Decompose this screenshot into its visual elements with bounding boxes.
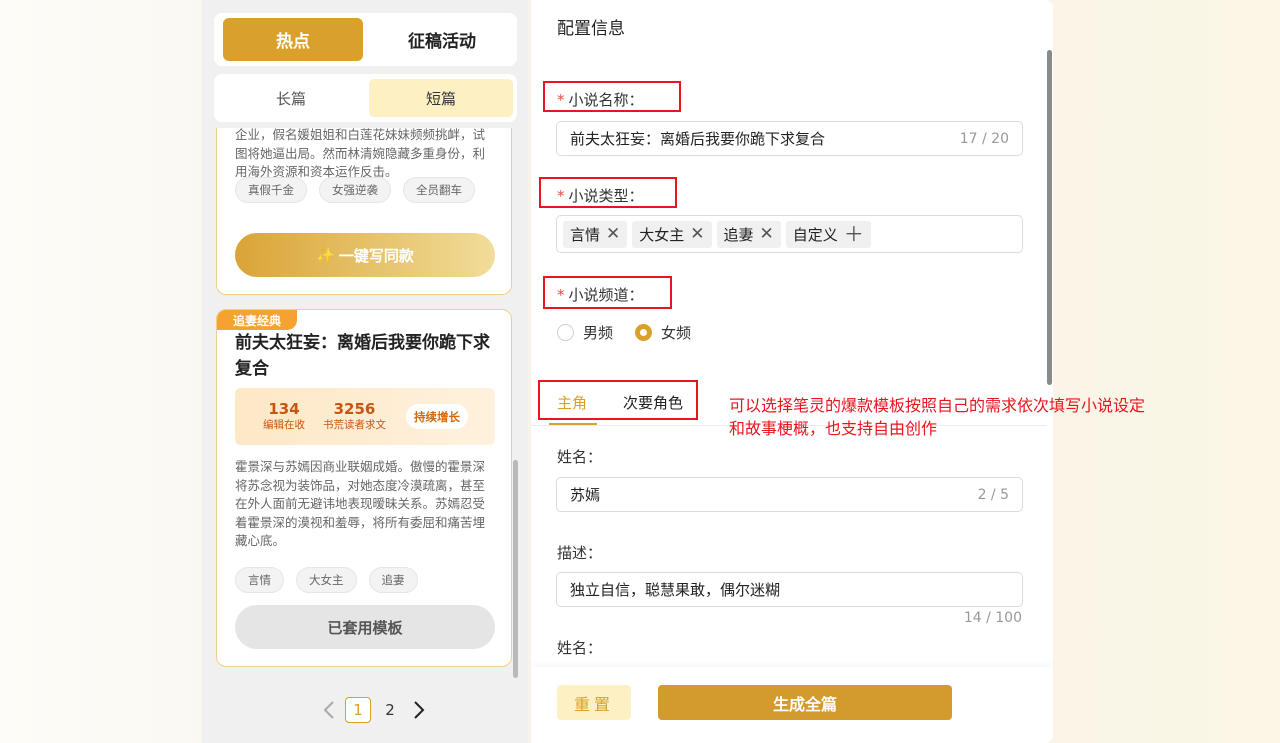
stat-label: 编辑在收 <box>263 419 305 431</box>
page-1[interactable]: 1 <box>345 697 371 723</box>
tab-long[interactable]: 长篇 <box>219 79 363 117</box>
close-icon[interactable]: ✕ <box>690 225 704 243</box>
stat-number: 3256 <box>333 400 376 418</box>
card-stats: 134 编辑在收 3256 书荒读者求文 持续增长 <box>235 388 495 445</box>
template-panel: 热点 征稿活动 长篇 短篇 企业，假名媛姐姐和白莲花妹妹频频挑衅，试图将她逼出局… <box>202 0 528 743</box>
tag-text: 言情 <box>570 225 601 244</box>
stat-label: 书荒读者求文 <box>323 419 386 431</box>
custom-tag-button[interactable]: 自定义 ＋ <box>785 220 871 248</box>
input-value: 前夫太狂妄：离婚后我要你跪下求复合 <box>570 130 826 148</box>
config-scrollbar[interactable] <box>1047 50 1052 385</box>
template-applied-button[interactable]: 已套用模板 <box>235 605 495 649</box>
novel-name-input[interactable]: 前夫太狂妄：离婚后我要你跪下求复合 17 / 20 <box>556 121 1023 156</box>
plus-icon: ＋ <box>843 222 864 246</box>
radio-circle-icon <box>557 324 574 341</box>
char-counter: 2 / 5 <box>977 486 1009 503</box>
close-icon[interactable]: ✕ <box>606 225 620 243</box>
char-counter: 14 / 100 <box>963 610 1022 626</box>
category-badge: 追妻经典 <box>217 310 298 330</box>
template-card-selected[interactable]: 追妻经典 前夫太狂妄：离婚后我要你跪下求复合 134 编辑在收 3256 书荒读… <box>216 309 512 667</box>
card-tag: 大女主 <box>296 567 357 593</box>
generate-full-button[interactable]: 生成全篇 <box>658 685 952 720</box>
channel-radio-group: 男频 女频 <box>557 322 691 343</box>
label-text: 小说频道： <box>568 286 644 304</box>
page-2[interactable]: 2 <box>377 697 403 723</box>
card-tag: 全员翻车 <box>403 177 475 203</box>
close-icon[interactable]: ✕ <box>760 225 774 243</box>
role-desc-input[interactable]: 独立自信，聪慧果敢，偶尔迷糊 <box>556 572 1023 607</box>
required-mark: * <box>557 286 565 304</box>
annotation-text: 可以选择笔灵的爆款模板按照自己的需求依次填写小说设定和故事梗概，也支持自由创作 <box>729 396 1146 438</box>
tab-hot[interactable]: 热点 <box>223 18 363 61</box>
stat-editors: 134 编辑在收 <box>263 400 305 432</box>
sparkle-icon: ✨ <box>316 246 335 264</box>
tab-supporting-character[interactable]: 次要角色 <box>623 392 683 413</box>
card-tag: 追妻 <box>368 567 418 593</box>
char-counter: 17 / 20 <box>959 130 1009 147</box>
label-text: 小说名称： <box>568 91 644 109</box>
template-card-list: 企业，假名媛姐姐和白莲花妹妹频频挑衅，试图将她逼出局。然而林清婉隐藏多重身份，利… <box>214 128 517 678</box>
required-mark: * <box>557 91 565 109</box>
write-same-label: 一键写同款 <box>338 246 414 265</box>
config-panel: 配置信息 * 小说名称： 前夫太狂妄：离婚后我要你跪下求复合 17 / 20 * 小… <box>531 0 1053 743</box>
type-tag: 言情 ✕ <box>563 220 628 248</box>
novel-type-label: * 小说类型： <box>557 185 644 206</box>
type-tag: 追妻 ✕ <box>716 220 781 248</box>
tab-short[interactable]: 短篇 <box>369 79 513 117</box>
action-bar: 重置 生成全篇 <box>531 667 1053 743</box>
card-description: 企业，假名媛姐姐和白莲花妹妹频频挑衅，试图将她逼出局。然而林清婉隐藏多重身份，利… <box>235 128 486 179</box>
tab-submission-events[interactable]: 征稿活动 <box>372 18 512 61</box>
role-desc-label: 描述： <box>557 544 603 562</box>
card-list-scrollbar[interactable] <box>513 460 518 678</box>
active-tab-indicator <box>549 423 597 425</box>
radio-male-channel[interactable]: 男频 <box>557 322 613 343</box>
required-mark: * <box>557 187 565 205</box>
role-name-input[interactable]: 苏嫣 2 / 5 <box>556 477 1023 512</box>
type-tag: 大女主 ✕ <box>632 220 712 248</box>
role2-name-label: 姓名： <box>557 639 603 657</box>
radio-female-channel[interactable]: 女频 <box>635 322 691 343</box>
card-tags: 真假千金 女强逆袭 全员翻车 <box>235 177 475 203</box>
card-description: 霍景深与苏嫣因商业联姻成婚。傲慢的霍景深将苏念视为装饰品，对她态度冷漠疏离，甚至… <box>235 459 486 548</box>
tag-text: 追妻 <box>723 225 754 244</box>
novel-type-tags[interactable]: 言情 ✕ 大女主 ✕ 追妻 ✕ 自定义 ＋ <box>556 215 1023 253</box>
pagination: 1 2 <box>319 697 429 723</box>
label-text: 小说类型： <box>568 187 644 205</box>
chevron-right-icon[interactable] <box>409 697 429 723</box>
template-card: 企业，假名媛姐姐和白莲花妹妹频频挑衅，试图将她逼出局。然而林清婉隐藏多重身份，利… <box>216 128 512 295</box>
role-name-label: 姓名： <box>557 448 603 466</box>
radio-label: 男频 <box>583 324 614 342</box>
radio-checked-icon <box>635 324 653 341</box>
reset-button[interactable]: 重置 <box>557 685 631 720</box>
card-title: 前夫太狂妄：离婚后我要你跪下求复合 <box>235 333 490 379</box>
card-tag: 真假千金 <box>235 177 307 203</box>
radio-label: 女频 <box>661 324 692 342</box>
write-same-button[interactable]: ✨ 一键写同款 <box>235 233 495 277</box>
chevron-left-icon[interactable] <box>319 697 339 723</box>
tab-main-character[interactable]: 主角 <box>557 392 587 413</box>
novel-name-label: * 小说名称： <box>557 89 644 110</box>
panel-title: 配置信息 <box>557 19 625 39</box>
tag-text: 自定义 <box>792 225 838 244</box>
card-tags: 言情 大女主 追妻 <box>235 567 418 593</box>
novel-channel-label: * 小说频道： <box>557 284 644 305</box>
top-tab-bar: 热点 征稿活动 <box>214 13 517 66</box>
input-value: 独立自信，聪慧果敢，偶尔迷糊 <box>570 581 781 599</box>
tag-text: 大女主 <box>639 225 685 244</box>
card-tag: 女强逆袭 <box>319 177 391 203</box>
card-tag: 言情 <box>235 567 284 593</box>
input-value: 苏嫣 <box>570 486 601 504</box>
growth-badge: 持续增长 <box>406 404 468 429</box>
stat-number: 134 <box>268 400 300 418</box>
stat-readers: 3256 书荒读者求文 <box>323 400 386 432</box>
length-tab-bar: 长篇 短篇 <box>214 74 517 122</box>
